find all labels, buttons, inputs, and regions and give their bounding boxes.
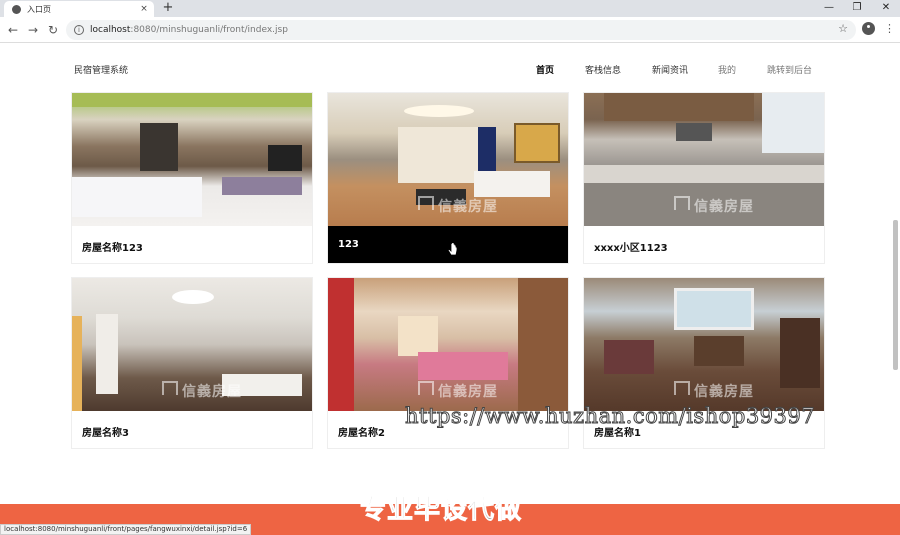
house-title: 房屋名称3 bbox=[82, 428, 129, 439]
bookmark-star-icon[interactable]: ☆ bbox=[838, 22, 848, 35]
tab-close-icon[interactable]: × bbox=[138, 4, 150, 14]
house-card[interactable]: 房屋名称123 bbox=[71, 92, 313, 264]
nav-mine[interactable]: 我的 bbox=[718, 63, 736, 76]
back-icon[interactable]: ← bbox=[5, 22, 21, 38]
url-input[interactable]: i localhost :8080/minshuguanli/front/ind… bbox=[66, 20, 856, 40]
house-title: 房屋名称2 bbox=[338, 428, 385, 439]
watermark-text: 信義房屋 bbox=[438, 384, 498, 400]
watermark-text: 信義房屋 bbox=[182, 384, 242, 400]
profile-avatar-icon[interactable] bbox=[862, 22, 875, 35]
overlay-watermark-url: https://www.huzhan.com/ishop39397 bbox=[404, 404, 816, 429]
nav-home[interactable]: 首页 bbox=[536, 63, 554, 76]
kitchen-photo: 信義房屋 bbox=[584, 93, 824, 226]
watermark-logo-icon bbox=[418, 381, 434, 395]
watermark-text: 信義房屋 bbox=[438, 199, 498, 215]
browser-menu-icon[interactable]: ⋮ bbox=[884, 22, 895, 35]
house-card[interactable]: 信義房屋 xxxx小区1123 bbox=[583, 92, 825, 264]
tab-title: 入口页 bbox=[27, 4, 51, 14]
banner-text: 专业毕设代做 bbox=[359, 495, 523, 526]
site-title: 民宿管理系统 bbox=[74, 66, 129, 76]
restore-icon[interactable]: ❐ bbox=[843, 0, 871, 17]
bedroom-photo bbox=[72, 93, 312, 226]
watermark-logo-icon bbox=[418, 196, 434, 210]
info-icon[interactable]: i bbox=[74, 25, 84, 35]
address-bar: ← → ↻ i localhost :8080/minshuguanli/fro… bbox=[0, 17, 900, 43]
browser-tab-bar: 入口页 × + — ❐ ✕ bbox=[0, 0, 900, 17]
nav-inn-info[interactable]: 客栈信息 bbox=[585, 63, 621, 76]
watermark-logo-icon bbox=[674, 381, 690, 395]
globe-icon bbox=[12, 4, 21, 14]
status-bar-url: localhost:8080/minshuguanli/front/pages/… bbox=[0, 524, 252, 535]
house-title: 123 bbox=[338, 239, 359, 250]
watermark-text: 信義房屋 bbox=[694, 199, 754, 215]
house-card[interactable]: 信義房屋 房屋名称3 bbox=[71, 277, 313, 449]
hand-cursor-icon bbox=[448, 243, 458, 256]
new-tab-button[interactable]: + bbox=[160, 0, 176, 17]
empty-room-photo: 信義房屋 bbox=[72, 278, 312, 411]
watermark-logo-icon bbox=[674, 196, 690, 210]
site-header: 民宿管理系统 首页 客栈信息 新闻资讯 我的 跳转到后台 bbox=[0, 44, 900, 92]
url-path: :8080/minshuguanli/front/index.jsp bbox=[130, 25, 288, 35]
watermark-logo-icon bbox=[162, 381, 178, 395]
nav-admin[interactable]: 跳转到后台 bbox=[767, 63, 812, 76]
window-close-icon[interactable]: ✕ bbox=[872, 0, 900, 17]
house-title: 房屋名称123 bbox=[82, 243, 143, 254]
house-title: xxxx小区1123 bbox=[594, 243, 668, 254]
reload-icon[interactable]: ↻ bbox=[45, 22, 61, 38]
minimize-icon[interactable]: — bbox=[815, 0, 843, 17]
kids-bedroom-photo: 信義房屋 bbox=[328, 278, 568, 411]
dining-room-photo: 信義房屋 bbox=[584, 278, 824, 411]
browser-tab[interactable]: 入口页 × bbox=[4, 1, 154, 17]
house-card[interactable]: 信義房屋 123 bbox=[327, 92, 569, 264]
nav-news[interactable]: 新闻资讯 bbox=[652, 63, 688, 76]
living-room-photo: 信義房屋 bbox=[328, 93, 568, 226]
url-host: localhost bbox=[90, 25, 131, 35]
forward-icon[interactable]: → bbox=[25, 22, 41, 38]
watermark-text: 信義房屋 bbox=[694, 384, 754, 400]
page-scrollbar[interactable] bbox=[893, 220, 898, 370]
